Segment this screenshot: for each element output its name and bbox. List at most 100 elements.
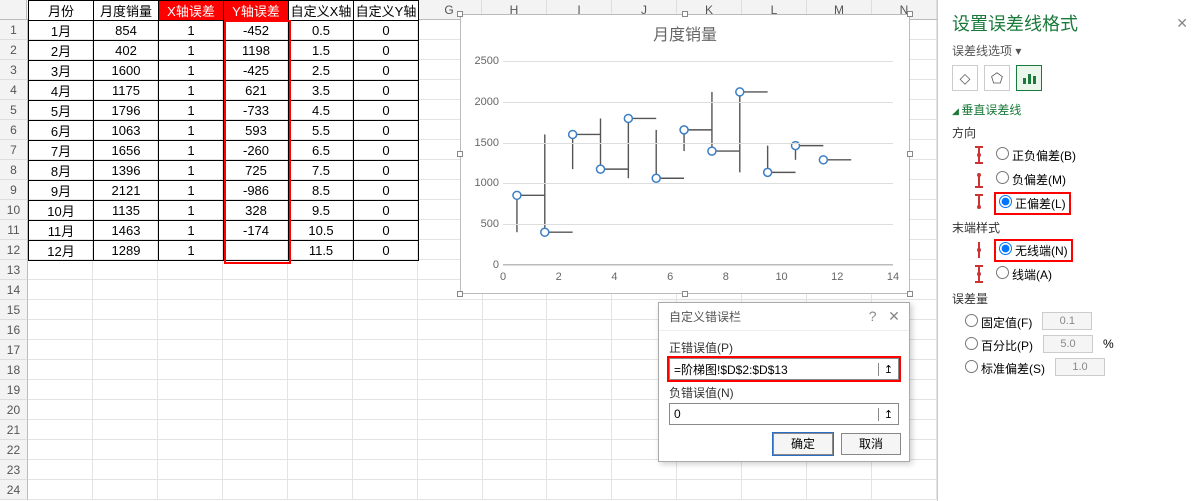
table-cell[interactable]: 11.5 <box>289 241 354 261</box>
grid-cell[interactable] <box>483 460 548 480</box>
grid-cell[interactable] <box>28 380 93 400</box>
table-cell[interactable]: 1 <box>159 221 224 241</box>
grid-cell[interactable] <box>483 320 548 340</box>
table-cell[interactable]: 621 <box>224 81 289 101</box>
grid-cell[interactable] <box>547 440 612 460</box>
end-nocap-row[interactable]: 无线端(N) <box>970 240 1188 260</box>
grid-cell[interactable] <box>223 320 288 340</box>
row-header[interactable]: 8 <box>0 160 28 180</box>
table-cell[interactable]: 0 <box>354 221 419 241</box>
grid-cell[interactable] <box>93 360 158 380</box>
grid-cell[interactable] <box>547 380 612 400</box>
grid-cell[interactable] <box>353 300 418 320</box>
table-cell[interactable]: 7月 <box>29 141 94 161</box>
grid-cell[interactable] <box>288 320 353 340</box>
grid-cell[interactable] <box>353 280 418 300</box>
table-cell[interactable]: 5.5 <box>289 121 354 141</box>
grid-cell[interactable] <box>483 400 548 420</box>
grid-cell[interactable] <box>158 360 223 380</box>
table-cell[interactable]: 402 <box>94 41 159 61</box>
table-header[interactable]: 自定义X轴 <box>289 1 354 21</box>
grid-cell[interactable] <box>288 300 353 320</box>
grid-cell[interactable] <box>28 340 93 360</box>
amount-fixed-radio[interactable] <box>965 314 978 327</box>
grid-cell[interactable] <box>483 300 548 320</box>
row-header[interactable]: 7 <box>0 140 28 160</box>
grid-cell[interactable] <box>158 400 223 420</box>
grid-cell[interactable] <box>483 380 548 400</box>
table-cell[interactable]: 0 <box>354 181 419 201</box>
table-cell[interactable]: 1463 <box>94 221 159 241</box>
amount-fixed-row[interactable]: 固定值(F) 0.1 <box>960 311 1188 331</box>
grid-cell[interactable] <box>547 360 612 380</box>
grid-cell[interactable] <box>158 420 223 440</box>
cancel-button[interactable]: 取消 <box>841 433 901 455</box>
grid-cell[interactable] <box>93 280 158 300</box>
grid-cell[interactable] <box>547 460 612 480</box>
table-cell[interactable]: 1656 <box>94 141 159 161</box>
chart-object[interactable]: 月度销量 05001000150020002500 02468101214 <box>460 14 910 294</box>
row-header[interactable]: 12 <box>0 240 28 260</box>
grid-cell[interactable] <box>28 480 93 500</box>
grid-cell[interactable] <box>28 320 93 340</box>
grid-cell[interactable] <box>288 360 353 380</box>
table-cell[interactable]: 8月 <box>29 161 94 181</box>
grid-cell[interactable] <box>288 260 353 280</box>
grid-cell[interactable] <box>547 400 612 420</box>
table-cell[interactable]: 1月 <box>29 21 94 41</box>
row-header[interactable]: 2 <box>0 40 28 60</box>
grid-cell[interactable] <box>353 440 418 460</box>
table-cell[interactable]: 1.5 <box>289 41 354 61</box>
error-bar-options-icon[interactable] <box>1016 65 1042 91</box>
grid-cell[interactable] <box>28 300 93 320</box>
direction-minus-row[interactable]: 负偏差(M) <box>970 169 1188 189</box>
amount-percent-value[interactable]: 5.0 <box>1043 335 1093 353</box>
table-cell[interactable]: 3月 <box>29 61 94 81</box>
grid-cell[interactable] <box>288 380 353 400</box>
grid-cell[interactable] <box>288 460 353 480</box>
end-cap-row[interactable]: 线端(A) <box>970 264 1188 284</box>
grid-cell[interactable] <box>353 360 418 380</box>
grid-cell[interactable] <box>93 460 158 480</box>
row-header[interactable]: 11 <box>0 220 28 240</box>
table-cell[interactable]: 0 <box>354 101 419 121</box>
table-cell[interactable]: 7.5 <box>289 161 354 181</box>
table-cell[interactable]: 0 <box>354 241 419 261</box>
grid-cell[interactable] <box>223 360 288 380</box>
table-cell[interactable]: -425 <box>224 61 289 81</box>
grid-cell[interactable] <box>742 480 807 500</box>
spreadsheet-area[interactable]: ABCDEFGHIJKLMN 1234567891011121314151617… <box>0 0 938 501</box>
grid-cell[interactable] <box>93 400 158 420</box>
grid-cell[interactable] <box>158 260 223 280</box>
table-cell[interactable]: 6.5 <box>289 141 354 161</box>
row-header[interactable]: 1 <box>0 20 28 40</box>
grid-cell[interactable] <box>158 340 223 360</box>
ok-button[interactable]: 确定 <box>773 433 833 455</box>
table-cell[interactable]: 854 <box>94 21 159 41</box>
table-cell[interactable]: 1289 <box>94 241 159 261</box>
row-header[interactable]: 19 <box>0 380 28 400</box>
resize-handle[interactable] <box>457 11 463 17</box>
row-header[interactable]: 14 <box>0 280 28 300</box>
table-cell[interactable]: 1 <box>159 121 224 141</box>
resize-handle[interactable] <box>457 291 463 297</box>
grid-cell[interactable] <box>93 420 158 440</box>
table-cell[interactable]: 0.5 <box>289 21 354 41</box>
table-cell[interactable]: 2月 <box>29 41 94 61</box>
grid-cell[interactable] <box>288 480 353 500</box>
positive-error-input-row[interactable]: ↥ <box>669 358 899 380</box>
table-cell[interactable]: 1396 <box>94 161 159 181</box>
table-header[interactable]: 自定义Y轴 <box>354 1 419 21</box>
table-header[interactable]: 月份 <box>29 1 94 21</box>
direction-plus-row[interactable]: 正偏差(L) <box>970 193 1188 213</box>
table-cell[interactable]: -986 <box>224 181 289 201</box>
grid-cell[interactable] <box>353 380 418 400</box>
range-picker-icon[interactable]: ↥ <box>878 408 898 421</box>
positive-error-input[interactable] <box>670 362 878 376</box>
row-header[interactable]: 9 <box>0 180 28 200</box>
resize-handle[interactable] <box>907 291 913 297</box>
table-cell[interactable]: -452 <box>224 21 289 41</box>
grid-cell[interactable] <box>353 260 418 280</box>
grid-cell[interactable] <box>418 420 483 440</box>
row-header[interactable]: 4 <box>0 80 28 100</box>
